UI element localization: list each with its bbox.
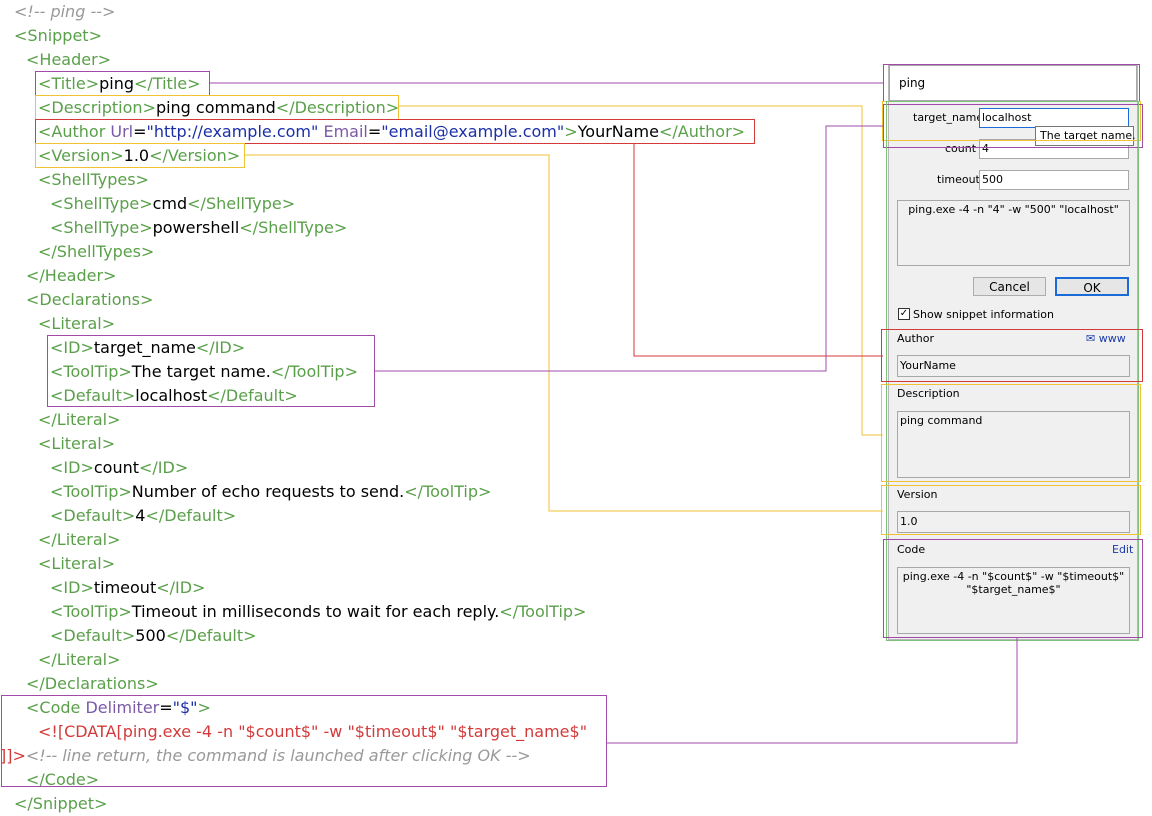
literal-connector	[375, 125, 883, 372]
connector-lines	[210, 82, 1018, 744]
code-connector	[607, 638, 1018, 744]
version-connector	[245, 154, 883, 512]
author-connector	[633, 143, 883, 357]
